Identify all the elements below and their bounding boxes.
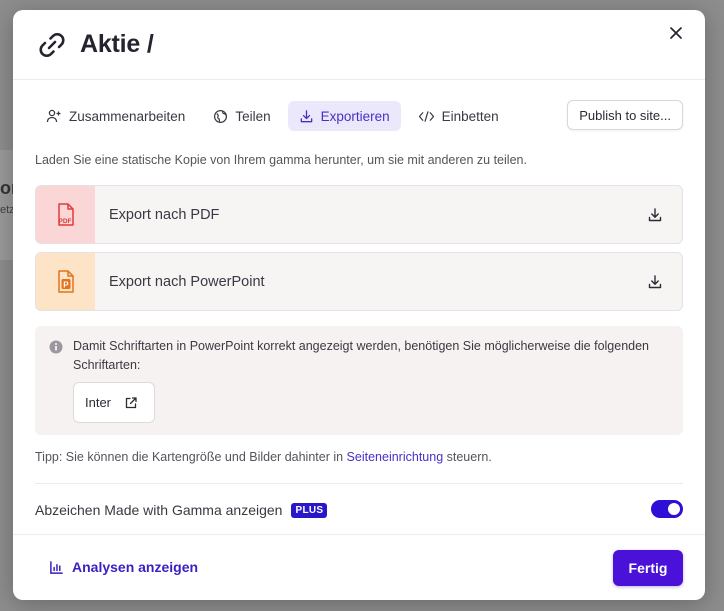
font-chip-label: Inter [85, 395, 112, 410]
plus-plan-badge: PLUS [291, 502, 328, 518]
tip-suffix: steuern. [443, 450, 492, 464]
info-icon [49, 340, 63, 359]
made-with-gamma-setting: Abzeichen Made with Gamma anzeigen PLUS [35, 499, 683, 521]
export-powerpoint-option[interactable]: P Export nach PowerPoint [35, 252, 683, 311]
external-link-icon [125, 396, 137, 408]
page-setup-link[interactable]: Seiteneinrichtung [347, 450, 444, 464]
export-pdf-option[interactable]: PDF Export nach PDF [35, 185, 683, 244]
dialog-footer: Analysen anzeigen Fertig [13, 534, 705, 600]
pdf-icon-box: PDF [36, 186, 95, 243]
divider [35, 483, 683, 484]
view-analytics-label: Analysen anzeigen [72, 559, 199, 575]
share-tabs: Zusammenarbeiten Teilen Exportieren Einb… [35, 100, 683, 132]
download-icon [647, 207, 663, 223]
download-icon [647, 274, 663, 290]
export-pdf-label: Export nach PDF [109, 206, 220, 223]
tab-embed[interactable]: Einbetten [407, 101, 510, 131]
tab-embed-label: Einbetten [441, 108, 499, 124]
toggle-knob [668, 503, 680, 515]
publish-to-site-button[interactable]: Publish to site... [567, 100, 683, 130]
code-icon [418, 110, 434, 122]
dialog-title: Aktie / [80, 30, 154, 58]
tab-collaborate[interactable]: Zusammenarbeiten [35, 101, 196, 131]
close-button[interactable] [665, 22, 687, 44]
font-inter-link[interactable]: Inter [73, 382, 155, 423]
download-icon [300, 109, 312, 122]
view-analytics-button[interactable]: Analysen anzeigen [49, 559, 198, 575]
bar-chart-icon [50, 560, 63, 574]
globe-icon [214, 109, 228, 123]
tab-share-label: Teilen [235, 108, 271, 124]
font-info-text: Damit Schriftarten in PowerPoint korrekt… [73, 339, 650, 372]
close-icon [670, 27, 682, 39]
font-info-box: Damit Schriftarten in PowerPoint korrekt… [35, 326, 683, 435]
powerpoint-icon-box: P [36, 253, 95, 310]
export-description: Laden Sie eine statische Kopie von Ihrem… [35, 153, 527, 167]
svg-text:PDF: PDF [58, 218, 71, 225]
export-powerpoint-label: Export nach PowerPoint [109, 273, 265, 290]
tab-collaborate-label: Zusammenarbeiten [69, 108, 186, 124]
tab-export-label: Exportieren [320, 108, 390, 124]
made-with-gamma-toggle[interactable] [651, 500, 683, 518]
tip-prefix: Tipp: Sie können die Kartengröße und Bil… [35, 450, 347, 464]
svg-text:P: P [63, 280, 69, 289]
pdf-file-icon: PDF [57, 202, 74, 226]
dialog-header: Aktie / [13, 10, 705, 80]
link-icon [35, 28, 69, 62]
powerpoint-file-icon: P [57, 269, 74, 293]
tip-text: Tipp: Sie können die Kartengröße und Bil… [35, 450, 492, 464]
share-dialog: Aktie / Zusammenarbeiten Teilen Exportie… [13, 10, 705, 600]
tab-share[interactable]: Teilen [202, 101, 281, 131]
tab-export[interactable]: Exportieren [287, 101, 401, 131]
user-plus-icon [46, 109, 61, 123]
made-with-gamma-label: Abzeichen Made with Gamma anzeigen [35, 502, 283, 518]
done-button[interactable]: Fertig [613, 550, 683, 586]
